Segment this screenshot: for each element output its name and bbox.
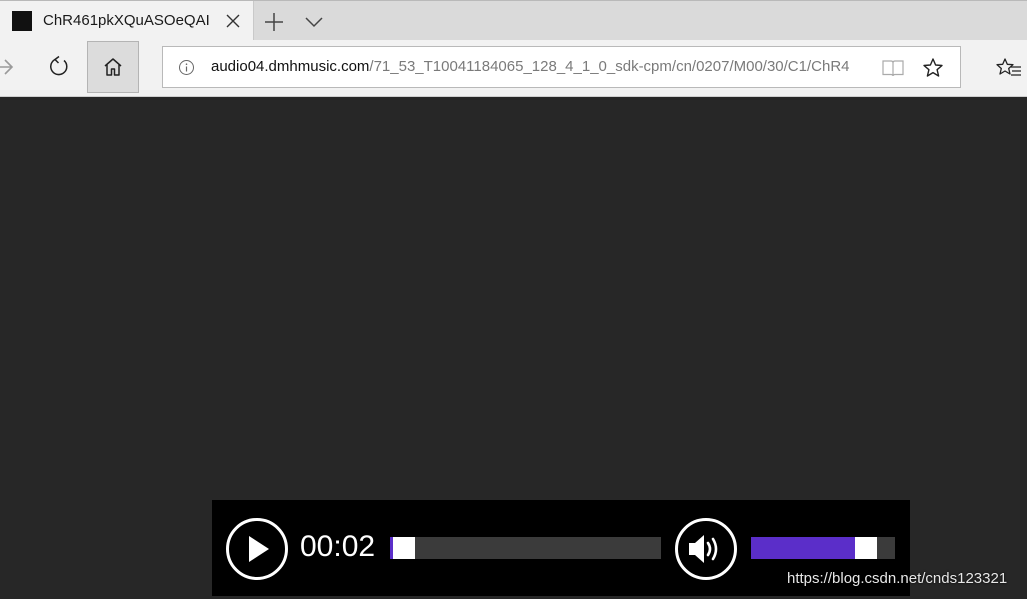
volume-level <box>751 537 855 559</box>
play-icon <box>249 536 269 562</box>
refresh-button[interactable] <box>33 41 85 93</box>
play-button[interactable] <box>226 518 288 580</box>
home-button[interactable] <box>87 41 139 93</box>
star-icon[interactable] <box>922 57 944 79</box>
url-domain: audio04.dmhmusic.com <box>211 58 370 75</box>
close-icon[interactable] <box>223 11 243 31</box>
refresh-icon <box>50 55 68 76</box>
tab-strip: ChR461pkXQuASOeQAI <box>0 0 1027 41</box>
browser-tab[interactable]: ChR461pkXQuASOeQAI <box>0 1 254 41</box>
favicon-icon <box>12 11 32 31</box>
volume-thumb[interactable] <box>855 537 877 559</box>
seek-thumb[interactable] <box>393 537 415 559</box>
watermark-text: https://blog.csdn.net/cnds123321 <box>787 570 1008 587</box>
volume-slider[interactable] <box>751 537 895 559</box>
mute-button[interactable] <box>675 518 737 580</box>
info-icon[interactable] <box>178 59 195 76</box>
reading-view-icon[interactable] <box>881 58 905 78</box>
url-path: /71_53_T10041184065_128_4_1_0_sdk-cpm/cn… <box>369 58 850 75</box>
home-icon <box>104 58 122 76</box>
address-bar[interactable]: audio04.dmhmusic.com/71_53_T10041184065_… <box>162 46 961 88</box>
current-time: 00:02 <box>300 530 376 563</box>
speaker-icon <box>689 535 718 563</box>
tab-list-chevron-down-icon[interactable] <box>301 9 327 35</box>
favorites-hub-icon[interactable] <box>996 57 1022 81</box>
tab-title: ChR461pkXQuASOeQAI <box>43 12 210 29</box>
new-tab-plus-icon[interactable] <box>261 9 287 35</box>
seek-bar[interactable] <box>390 537 661 559</box>
forward-arrow-icon <box>0 59 14 75</box>
navigation-bar: audio04.dmhmusic.com/71_53_T10041184065_… <box>0 40 1027 97</box>
url-text[interactable]: audio04.dmhmusic.com/71_53_T10041184065_… <box>211 57 871 77</box>
forward-button[interactable] <box>0 41 30 93</box>
